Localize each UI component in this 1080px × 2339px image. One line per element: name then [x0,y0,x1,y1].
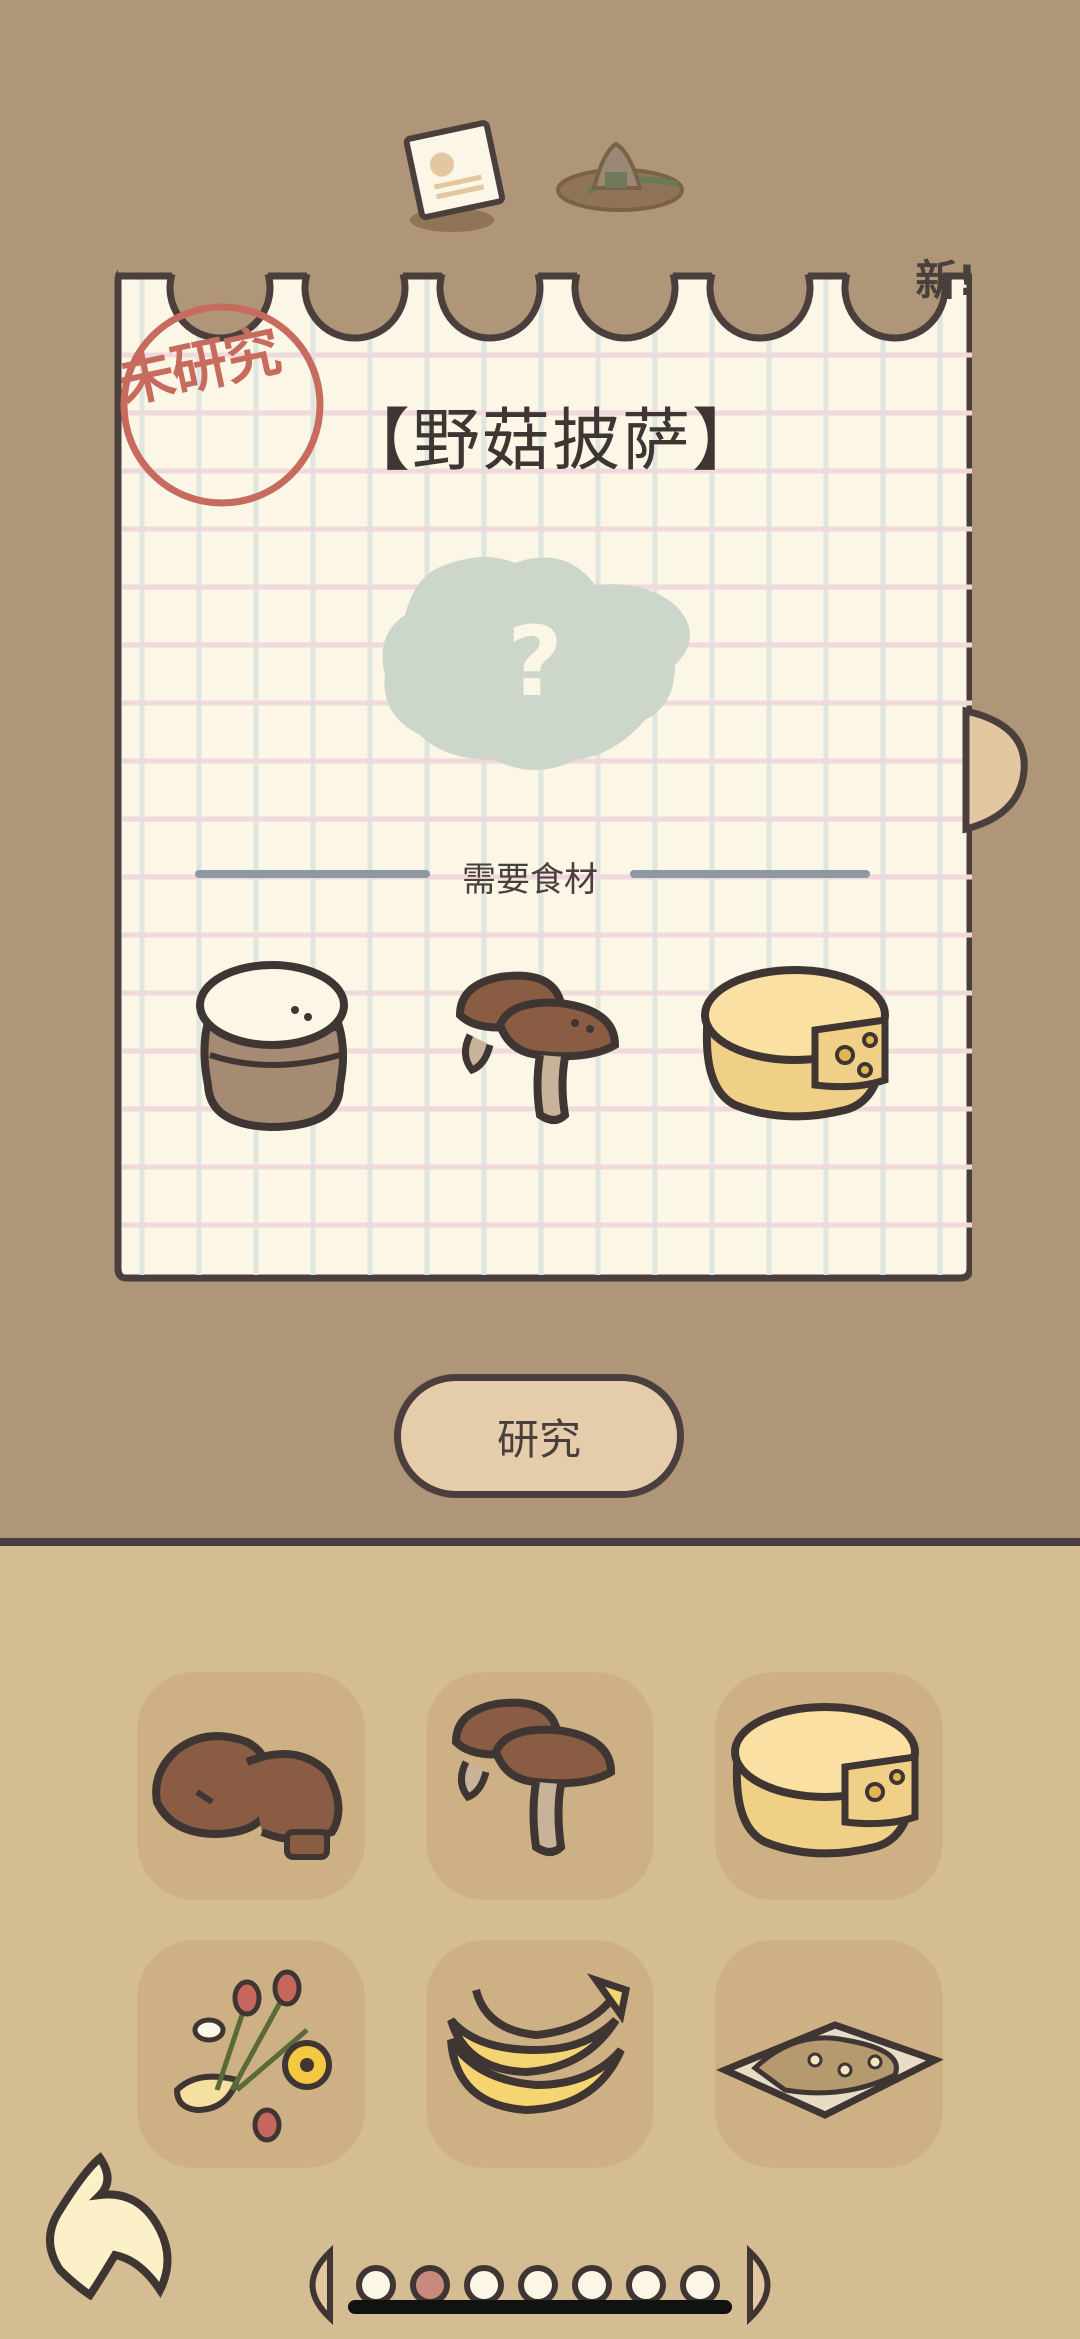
recipe-note-tab-icon[interactable] [400,118,510,238]
new-badge: 新! [915,256,977,305]
mushroom-icon [455,971,620,1124]
flour-sack-icon [196,961,348,1132]
page-dot[interactable] [410,2265,450,2305]
cheese-icon [701,966,889,1121]
chocolate-icon [152,1732,343,1860]
inventory-slot[interactable] [137,1940,365,2168]
divider-left [195,870,430,878]
svg-text:?: ? [507,606,563,718]
cheese-icon [731,1703,919,1858]
home-indicator [348,2300,732,2314]
inventory-slot[interactable] [715,1940,943,2168]
page-dot[interactable] [464,2265,504,2305]
divider [0,1538,1080,1546]
next-page-arrow-icon[interactable] [958,705,1028,835]
next-page-arrow-icon[interactable] [747,2245,771,2325]
inventory-slot[interactable] [137,1672,365,1900]
mushroom-icon [451,1698,616,1856]
mystery-dish-icon: ? [382,556,690,770]
page-dot[interactable] [518,2265,558,2305]
banana-icon [447,1973,631,2115]
flower-bouquet-icon [173,1969,332,2143]
ingredients-label: 需要食材 [462,860,598,900]
page-dot[interactable] [572,2265,612,2305]
inventory-slot[interactable] [715,1672,943,1900]
divider-right [630,870,870,878]
onigiri-tab-icon[interactable] [548,132,693,222]
page-dot[interactable] [356,2265,396,2305]
inventory-slot[interactable] [426,1940,654,2168]
page-indicator [309,2245,771,2325]
inventory-slot[interactable] [426,1672,654,1900]
prev-page-arrow-icon[interactable] [309,2245,333,2325]
granola-icon [716,2021,943,2119]
study-button[interactable]: 研究 [394,1374,684,1498]
back-arrow-icon[interactable] [30,2150,190,2300]
page-dot[interactable] [626,2265,666,2305]
page-dot[interactable] [680,2265,720,2305]
recipe-title: 【野菇披萨】 [342,402,763,481]
